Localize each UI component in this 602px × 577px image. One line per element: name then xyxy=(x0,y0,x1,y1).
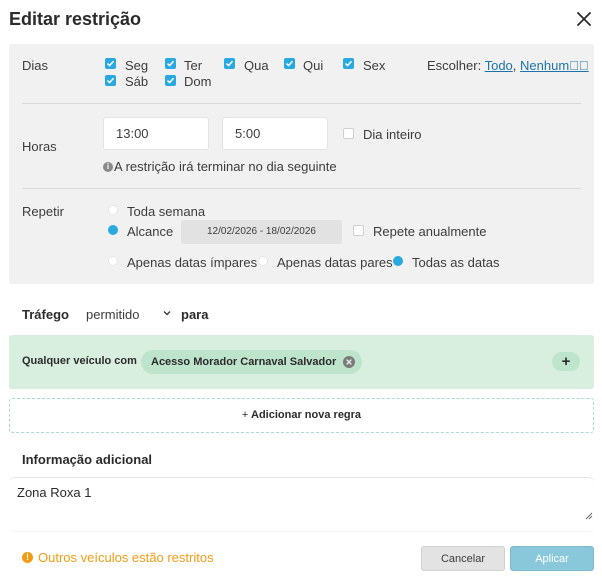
add-rule-button[interactable]: + Adicionar nova regra xyxy=(9,398,594,433)
all-day-label: Dia inteiro xyxy=(363,127,422,142)
day-label-sex: Sex xyxy=(363,58,386,73)
check-icon xyxy=(285,60,294,67)
day-label-qui: Qui xyxy=(303,58,324,73)
day-checkbox-sex[interactable] xyxy=(343,58,354,69)
hours-label: Horas xyxy=(22,139,57,154)
chip-label: Acesso Morador Carnaval Salvador xyxy=(151,356,337,368)
choose-all-link[interactable]: Todo xyxy=(485,58,513,73)
day-checkbox-sab[interactable] xyxy=(105,75,116,86)
day-label-dom: Dom xyxy=(184,74,212,89)
range-label: Alcance xyxy=(127,224,174,239)
days-label: Dias xyxy=(22,58,49,73)
check-icon xyxy=(106,77,115,84)
close-icon xyxy=(577,12,591,26)
warning-text: Outros veículos estão restritos xyxy=(38,550,214,565)
schedule-panel: Dias Seg Ter Qua Qui Sex Sáb Dom Escolhe… xyxy=(9,44,594,284)
hours-info-text: A restrição irá terminar no dia seguinte xyxy=(114,159,337,174)
day-checkbox-qui[interactable] xyxy=(284,58,295,69)
vehicle-tag-chip[interactable]: Acesso Morador Carnaval Salvador xyxy=(141,350,363,374)
day-label-ter: Ter xyxy=(184,58,203,73)
close-icon xyxy=(346,359,352,365)
add-condition-button[interactable]: + xyxy=(552,352,580,371)
rule-label: Qualquer veículo com xyxy=(22,355,137,367)
day-label-qua: Qua xyxy=(244,58,269,73)
whole-week-label: Toda semana xyxy=(127,204,206,219)
day-checkbox-dom[interactable] xyxy=(165,75,176,86)
radio-even-dates[interactable] xyxy=(258,256,268,266)
remove-tag-button[interactable] xyxy=(343,356,356,368)
dialog-title: Editar restrição xyxy=(9,9,142,29)
additional-info-title: Informação adicional xyxy=(22,452,153,467)
repeat-label: Repetir xyxy=(22,204,64,219)
traffic-select[interactable]: permitido xyxy=(86,307,139,322)
day-checkbox-ter[interactable] xyxy=(165,58,176,69)
divider xyxy=(22,103,581,104)
additional-info-textarea[interactable]: Zona Roxa 1 xyxy=(9,477,594,531)
repeat-annually-label: Repete anualmente xyxy=(373,224,487,239)
cancel-button[interactable]: Cancelar xyxy=(421,546,505,571)
start-time-input[interactable] xyxy=(103,117,209,150)
traffic-label: Tráfego xyxy=(22,307,69,322)
day-label-seg: Seg xyxy=(125,58,149,73)
plus-icon: + xyxy=(241,409,249,421)
all-dates-label: Todas as datas xyxy=(412,255,500,270)
choose-none-link[interactable]: Nenhum xyxy=(520,58,589,73)
chevron-down-icon[interactable] xyxy=(162,308,172,318)
day-label-sab: Sáb xyxy=(125,74,149,89)
check-icon xyxy=(166,77,175,84)
repeat-annually-checkbox[interactable] xyxy=(353,225,364,236)
choose-label: Escolher: xyxy=(427,58,482,73)
check-icon xyxy=(344,60,353,67)
day-checkbox-seg[interactable] xyxy=(105,58,116,69)
check-icon xyxy=(166,60,175,67)
radio-whole-week[interactable] xyxy=(108,205,118,215)
divider xyxy=(22,188,581,189)
even-dates-label: Apenas datas pares xyxy=(277,255,393,270)
radio-range[interactable] xyxy=(108,225,118,235)
apply-button[interactable]: Aplicar xyxy=(510,546,594,571)
choose-days: Escolher: Todo, Nenhum⃞⃞ xyxy=(427,58,589,73)
para-label: para xyxy=(181,307,209,322)
resize-grip-icon[interactable] xyxy=(585,512,593,520)
warning-icon: ! xyxy=(22,552,33,563)
rule-row: Qualquer veículo com Acesso Morador Carn… xyxy=(9,335,594,389)
choose-separator: , xyxy=(512,58,517,73)
check-icon xyxy=(106,60,115,67)
check-icon xyxy=(225,60,234,67)
radio-all-dates[interactable] xyxy=(393,256,403,266)
date-range-picker[interactable]: 12/02/2026 - 18/02/2026 xyxy=(181,220,342,244)
odd-dates-label: Apenas datas ímpares xyxy=(127,255,258,270)
add-rule-label: Adicionar nova regra xyxy=(251,409,362,421)
close-button[interactable] xyxy=(574,8,594,30)
all-day-checkbox[interactable] xyxy=(343,128,354,139)
info-icon: i xyxy=(103,162,113,172)
day-checkbox-qua[interactable] xyxy=(224,58,235,69)
end-time-input[interactable] xyxy=(222,117,328,150)
radio-odd-dates[interactable] xyxy=(108,256,118,266)
